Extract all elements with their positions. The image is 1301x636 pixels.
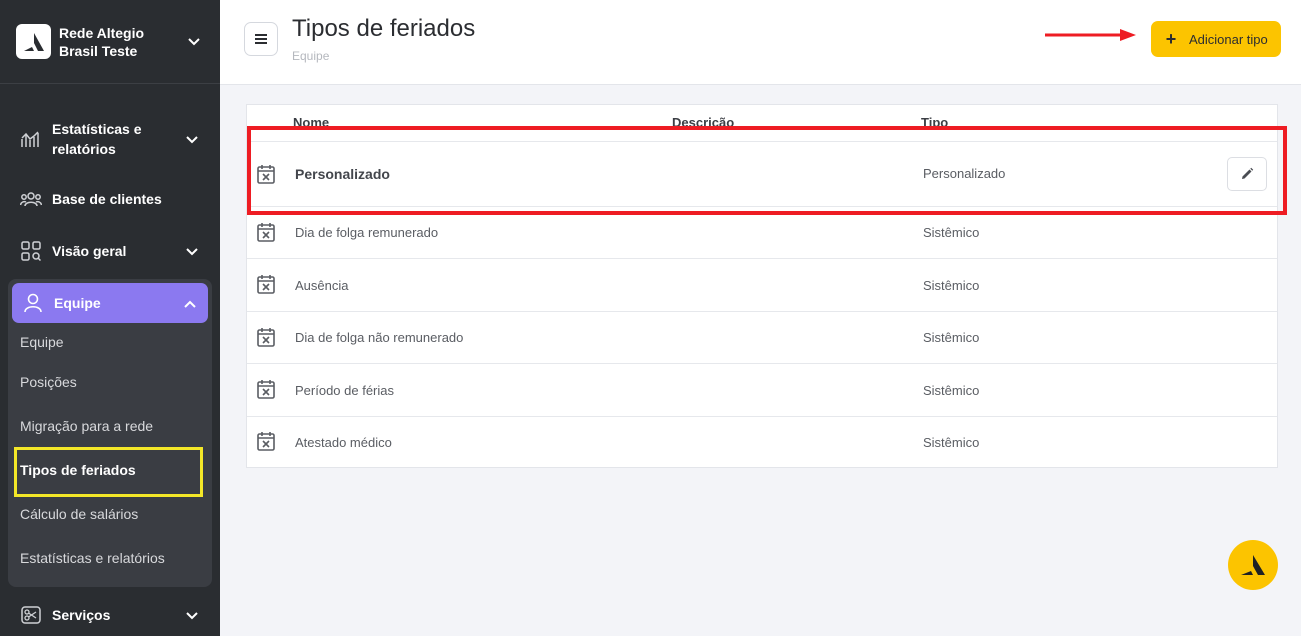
chevron-down-icon[interactable] xyxy=(188,33,200,51)
table-row[interactable]: Atestado médico Sistêmico xyxy=(247,416,1277,467)
row-name: Atestado médico xyxy=(295,435,392,450)
sidebar-item-team[interactable]: Equipe xyxy=(12,283,208,323)
sidebar-item-label: Visão geral xyxy=(52,243,127,259)
row-type: Sistêmico xyxy=(923,383,980,398)
sidebar-item-label: Base de clientes xyxy=(52,191,162,207)
calendar-x-icon xyxy=(257,275,275,294)
chevron-down-icon xyxy=(186,607,198,623)
menu-toggle-button[interactable] xyxy=(244,22,278,56)
brand-name: Rede Altegio Brasil Teste xyxy=(59,24,145,59)
calendar-x-icon xyxy=(257,432,275,451)
table-row[interactable]: Ausência Sistêmico xyxy=(247,258,1277,311)
sidebar-item-clients[interactable]: Base de clientes xyxy=(12,188,208,210)
plus-icon: + xyxy=(1165,28,1177,49)
brand-switcher[interactable]: Rede Altegio Brasil Teste xyxy=(0,0,220,84)
sidebar: Rede Altegio Brasil Teste Estatísticas e… xyxy=(0,0,220,636)
row-type: Sistêmico xyxy=(923,435,980,450)
sidebar-subitem-team[interactable]: Equipe xyxy=(20,334,64,350)
sidebar-subitem-positions[interactable]: Posições xyxy=(20,374,77,390)
add-type-label: Adicionar tipo xyxy=(1189,31,1268,47)
sidebar-item-label: Estatísticas e relatórios xyxy=(52,121,142,157)
support-fab-button[interactable] xyxy=(1228,540,1278,590)
breadcrumb[interactable]: Equipe xyxy=(292,49,329,63)
chevron-down-icon xyxy=(186,131,198,147)
sidebar-item-services[interactable]: Serviços xyxy=(12,604,208,626)
calendar-x-icon xyxy=(257,328,275,347)
add-type-button[interactable]: + Adicionar tipo xyxy=(1151,21,1281,57)
yellow-highlight-annotation xyxy=(14,447,203,497)
calendar-x-icon xyxy=(257,380,275,399)
row-type: Sistêmico xyxy=(923,330,980,345)
page-title: Tipos de feriados xyxy=(292,15,476,42)
overview-icon xyxy=(20,240,42,262)
sidebar-subitem-salary[interactable]: Cálculo de salários xyxy=(20,506,138,522)
red-highlight-annotation xyxy=(247,126,1287,215)
user-icon xyxy=(22,292,44,314)
table-row[interactable]: Dia de folga não remunerado Sistêmico xyxy=(247,311,1277,363)
sidebar-item-label: Serviços xyxy=(52,607,111,623)
sidebar-item-overview[interactable]: Visão geral xyxy=(12,240,208,262)
scissors-icon xyxy=(20,604,42,626)
row-name: Ausência xyxy=(295,278,349,293)
row-name: Dia de folga remunerado xyxy=(295,225,439,240)
clients-icon xyxy=(20,188,42,210)
sidebar-item-label: Equipe xyxy=(54,295,101,311)
row-name: Período de férias xyxy=(295,383,395,398)
chevron-up-icon xyxy=(184,295,196,311)
calendar-x-icon xyxy=(257,223,275,242)
sidebar-item-stats[interactable]: Estatísticas e relatórios xyxy=(12,118,208,160)
chevron-down-icon xyxy=(186,243,198,259)
sidebar-subitem-migration[interactable]: Migração para a rede xyxy=(20,418,153,434)
table-row[interactable]: Período de férias Sistêmico xyxy=(247,363,1277,416)
sidebar-subitem-stats[interactable]: Estatísticas e relatórios xyxy=(20,550,165,566)
hamburger-icon xyxy=(255,34,267,44)
row-name: Dia de folga não remunerado xyxy=(295,330,464,345)
stats-icon xyxy=(20,128,42,150)
altegio-logo-icon xyxy=(1241,555,1265,575)
altegio-logo-icon xyxy=(16,24,51,59)
page-header: Tipos de feriados Equipe + Adicionar tip… xyxy=(220,0,1301,85)
row-type: Sistêmico xyxy=(923,225,980,240)
row-type: Sistêmico xyxy=(923,278,980,293)
red-arrow-annotation xyxy=(1045,29,1136,41)
